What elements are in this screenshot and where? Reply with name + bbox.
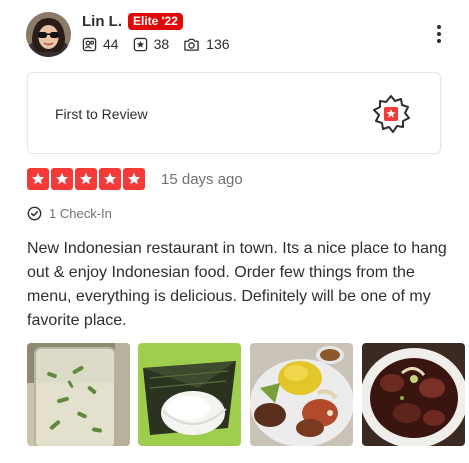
star-icon: [75, 168, 97, 190]
review-date: 15 days ago: [161, 171, 243, 188]
review-page: Lin L. Elite '22 44 38 136 First to Revi…: [0, 0, 469, 463]
reviews-count: 38: [153, 36, 170, 52]
photo-yellow-rice-plate[interactable]: [250, 343, 353, 446]
user-name[interactable]: Lin L.: [82, 13, 122, 31]
check-circle-icon: [27, 206, 42, 221]
friends-icon: [82, 37, 97, 51]
more-vertical-icon[interactable]: [436, 25, 442, 46]
checkin-row: 1 Check-In: [27, 206, 112, 221]
photo-beef-soup[interactable]: [362, 343, 465, 446]
friends-count: 44: [103, 36, 119, 52]
photos-count: 136: [206, 36, 230, 52]
review-star-icon: [133, 37, 147, 51]
star-icon: [51, 168, 73, 190]
avatar[interactable]: [26, 12, 71, 57]
camera-icon: [184, 38, 199, 51]
review-text: New Indonesian restaurant in town. Its a…: [27, 240, 447, 329]
photos-stat: 136: [183, 36, 230, 52]
more-dot: [437, 25, 441, 29]
friends-stat: 44: [82, 36, 119, 52]
more-dot: [437, 39, 441, 43]
star-icon: [27, 168, 49, 190]
elite-badge: Elite '22: [128, 13, 183, 30]
star-icon: [99, 168, 121, 190]
star-rating: [27, 168, 147, 190]
user-stats: 44 38 136: [82, 36, 244, 52]
photo-wrapped-rice[interactable]: [138, 343, 241, 446]
star-icon: [123, 168, 145, 190]
avatar-image: [26, 12, 71, 57]
first-to-review-card[interactable]: First to Review: [27, 72, 441, 154]
reviews-stat: 38: [133, 36, 170, 52]
more-dot: [437, 32, 441, 36]
checkin-label: 1 Check-In: [49, 206, 112, 221]
first-to-review-badge-icon: [371, 94, 411, 139]
first-to-review-label: First to Review: [55, 106, 148, 122]
photo-iced-drink[interactable]: [27, 343, 130, 446]
